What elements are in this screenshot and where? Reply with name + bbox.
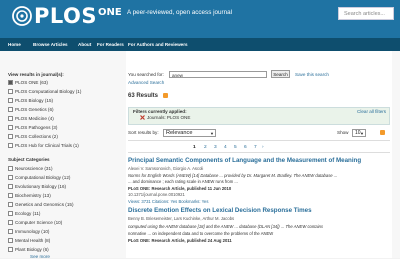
article-metrics-links[interactable]: Views: 3731 Citations: Yes Bookmarks: Ye… [128, 199, 208, 204]
subject-filter-heading: Subject Categories [8, 157, 50, 162]
search-query-input[interactable]: anew [169, 71, 267, 78]
header-search-placeholder: Search articles... [344, 11, 385, 17]
save-search-link[interactable]: Save this search [295, 72, 329, 77]
journal-checkbox[interactable] [8, 134, 13, 139]
subject-label: Mental Health (8) [15, 238, 51, 243]
journal-checkbox[interactable] [8, 125, 13, 130]
page-3[interactable]: 3 [214, 145, 217, 150]
advanced-search-link[interactable]: Advanced Search [128, 80, 164, 85]
subject-label: Immunology (10) [15, 229, 50, 234]
header-search-input[interactable]: Search articles... [338, 7, 394, 20]
article-meta: PLoS ONE: Research Article, published 24… [128, 238, 232, 243]
subject-label: Computational Biology (12) [15, 175, 71, 180]
article-snippet: Norms for English Words (ANEW) [14] Data… [128, 173, 338, 178]
subject-checkbox[interactable] [8, 166, 13, 171]
subject-checkbox[interactable] [8, 211, 13, 216]
subject-checkbox[interactable] [8, 247, 13, 252]
show-label: Show [337, 130, 349, 135]
page-4[interactable]: 4 [224, 145, 227, 150]
subject-checkbox[interactable] [8, 202, 13, 207]
chevron-down-icon: ▼ [360, 131, 364, 136]
page-7[interactable]: 7 [254, 145, 257, 150]
page-6[interactable]: 6 [244, 145, 247, 150]
rss-icon[interactable] [380, 130, 385, 135]
page-2[interactable]: 2 [204, 145, 207, 150]
plos-logo-mark-icon [12, 6, 32, 26]
journal-checkbox[interactable] [8, 116, 13, 121]
filters-label: Filters currently applied: [133, 109, 187, 114]
see-more-link[interactable]: See more [30, 254, 50, 259]
subject-label: Evolutionary Biology (16) [15, 184, 67, 189]
page-1[interactable]: 1 [193, 145, 196, 150]
results-count: 63 Results [128, 93, 159, 99]
divider [128, 152, 390, 153]
journal-label: PLOS Biology (15) [15, 98, 54, 103]
searched-for-label: You searched for: [128, 72, 164, 77]
nav-about[interactable]: About [78, 38, 91, 51]
nav-for-authors[interactable]: For Authors and Reviewers [128, 38, 188, 51]
subject-checkbox[interactable] [8, 193, 13, 198]
logo-text: PLOS [34, 4, 98, 28]
nav-home[interactable]: Home [8, 38, 21, 51]
plos-logo[interactable]: PLOS [12, 4, 98, 30]
search-button[interactable]: Search [271, 70, 290, 78]
article-snippet: ... and dominance ; each rating scale in… [128, 179, 238, 184]
journal-label: PLOS Collections (2) [15, 134, 58, 139]
sort-value: Relevance [166, 130, 193, 136]
subject-label: Ecology (11) [15, 211, 41, 216]
journal-label: PLOS Pathogens (3) [15, 125, 58, 130]
subject-checkbox[interactable] [8, 229, 13, 234]
article-authors: Benny B. Briesemeister, Lars Kuchinke, A… [128, 216, 235, 221]
rss-icon[interactable] [163, 93, 168, 98]
journal-label: PLOS Genetics (6) [15, 107, 54, 112]
article-snippet: normative ... on independent data and to… [128, 231, 274, 236]
subject-label: Computer Science (10) [15, 220, 63, 225]
main-navigation: Home Browse Articles About For Readers F… [0, 38, 400, 51]
sort-select[interactable]: Relevance ▼ [163, 129, 216, 137]
journal-checkbox[interactable] [8, 143, 13, 148]
sort-label: Sort results by: [128, 130, 159, 135]
journal-tagline: A peer-reviewed, open access journal [127, 9, 233, 16]
journal-label: PLOS Hub for Clinical Trials (1) [15, 143, 79, 148]
show-count-select[interactable]: 10 ▼ [352, 129, 366, 137]
journal-label: PLOS Medicine (4) [15, 116, 54, 121]
article-title-link[interactable]: Principal Semantic Components of Languag… [128, 157, 361, 164]
nav-for-readers[interactable]: For Readers [97, 38, 124, 51]
divider [128, 140, 390, 141]
subject-checkbox[interactable] [8, 220, 13, 225]
journal-checkbox[interactable] [8, 98, 13, 103]
article-authors: Alexei V. Samsonovich, Giorgio A. Ascoli [128, 166, 204, 171]
subject-checkbox[interactable] [8, 238, 13, 243]
article-doi: 10.1371/journal.pone.0010921 [128, 192, 185, 197]
remove-filter-icon[interactable] [140, 115, 145, 120]
journal-checkbox[interactable] [8, 107, 13, 112]
filter-item: Journals: PLOS ONE [147, 115, 191, 120]
subject-label: Genetics and Genomics (15) [15, 202, 74, 207]
clear-filters-link[interactable]: Clear all filters [357, 109, 386, 114]
subject-label: Plant Biology (6) [15, 247, 49, 252]
journal-label: PLOS Computational Biology (1) [15, 89, 82, 94]
subject-label: Neuroscience (31) [15, 166, 53, 171]
journal-name: ONE [98, 7, 122, 18]
next-page-icon[interactable]: › [262, 145, 264, 150]
chevron-down-icon: ▼ [210, 131, 214, 136]
journal-label: PLOS ONE (63) [15, 80, 48, 85]
journal-filter-heading: View results in journal(s): [8, 72, 64, 77]
subject-label: Biochemistry (13) [15, 193, 51, 198]
article-meta: PLoS ONE: Research Article, published 11… [128, 186, 232, 191]
journal-checkbox[interactable] [8, 89, 13, 94]
subject-checkbox[interactable] [8, 184, 13, 189]
site-header: PLOS ONE A peer-reviewed, open access jo… [0, 0, 400, 38]
journal-checkbox[interactable] [8, 80, 13, 85]
article-title-link[interactable]: Discrete Emotion Effects on Lexical Deci… [128, 207, 312, 214]
nav-browse-articles[interactable]: Browse Articles [33, 38, 68, 51]
page-5[interactable]: 5 [234, 145, 237, 150]
search-query-value: anew [172, 73, 183, 78]
subject-checkbox[interactable] [8, 175, 13, 180]
article-snippet: computed using the ANEW database [18] an… [128, 224, 324, 229]
